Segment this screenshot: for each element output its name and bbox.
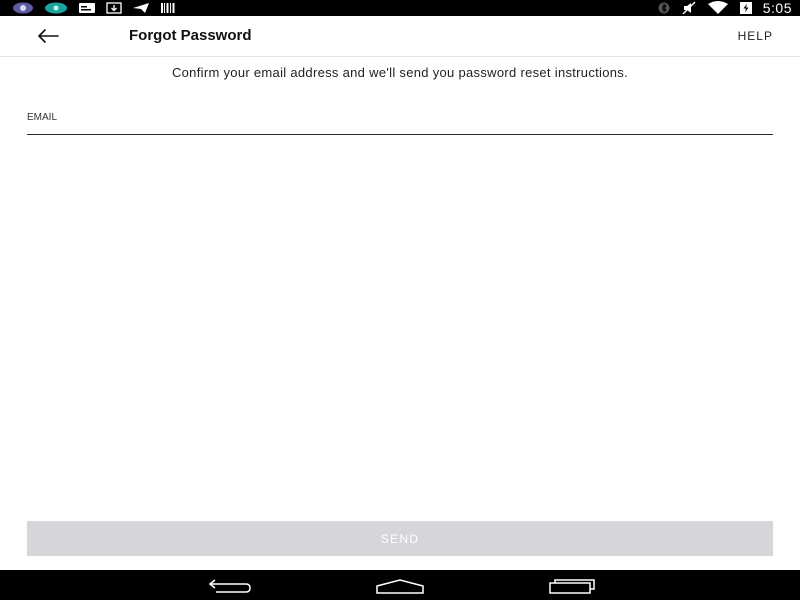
home-nav-icon — [376, 579, 424, 594]
nav-recents-button[interactable] — [542, 575, 602, 597]
wifi-icon — [707, 1, 728, 14]
notification-icons — [12, 2, 176, 14]
back-nav-icon — [208, 579, 251, 593]
send-button[interactable]: SEND — [27, 521, 773, 556]
message-icon — [79, 3, 95, 13]
help-link[interactable]: HELP — [738, 29, 773, 43]
arrow-left-icon — [38, 29, 59, 43]
send-icon — [133, 3, 149, 13]
instructions-text: Confirm your email address and we'll sen… — [171, 65, 629, 80]
status-time: 5:05 — [762, 0, 792, 16]
nav-home-button[interactable] — [370, 575, 430, 597]
navigation-bar — [0, 570, 800, 600]
status-bar: 5:05 — [0, 0, 800, 16]
page-title: Forgot Password — [129, 27, 252, 44]
app-icon — [13, 2, 33, 14]
mute-icon — [682, 1, 696, 15]
app-icon — [45, 2, 67, 14]
screen: 5:05 Forgot Password HELP Confirm your e… — [0, 0, 800, 600]
send-button-label: SEND — [380, 531, 420, 546]
back-button[interactable] — [30, 24, 66, 48]
nav-back-button[interactable] — [199, 575, 259, 597]
battery-icon — [739, 2, 752, 14]
bluetooth-icon — [658, 2, 670, 14]
system-icons: 5:05 — [657, 0, 792, 16]
barcode-icon — [161, 3, 175, 13]
app-bar: Forgot Password HELP — [0, 16, 800, 57]
email-field[interactable] — [27, 120, 773, 135]
download-icon — [106, 2, 122, 14]
recents-nav-icon — [549, 579, 595, 594]
